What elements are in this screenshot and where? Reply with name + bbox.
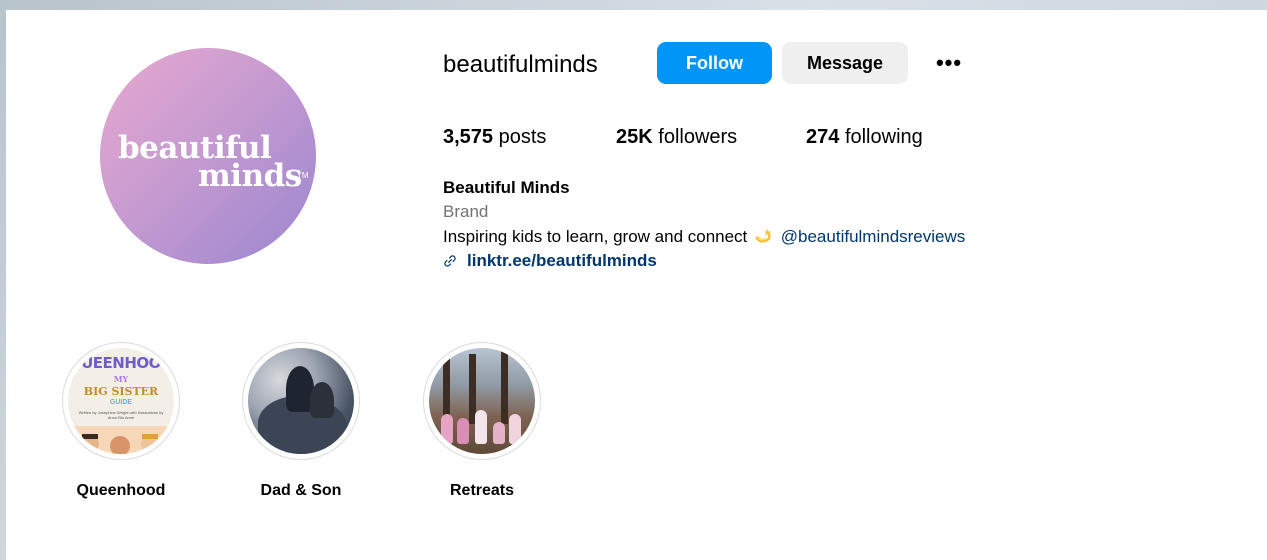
cover-my: MY [113, 374, 129, 384]
posts-label: posts [498, 126, 547, 148]
highlight-retreats[interactable]: Retreats [423, 342, 541, 500]
avatar-trademark: TM [297, 171, 309, 180]
cover-illustration [68, 426, 174, 454]
profile-avatar[interactable]: beautiful minds TM [100, 48, 316, 264]
highlight-label: Retreats [449, 482, 515, 499]
bio-mention-link[interactable]: @beautifulmindsreviews [781, 227, 966, 246]
highlight-cover-queenhood: UEENHOO MY BIG SISTER GUIDE Written by J… [68, 348, 174, 454]
cover-title: UEENHOO [81, 354, 161, 372]
bio-text-content: Inspiring kids to learn, grow and connec… [443, 227, 748, 246]
cover-guide: GUIDE [109, 399, 133, 406]
cover-person-shape [441, 414, 453, 444]
following-count: 274 [806, 126, 840, 148]
following-label: following [844, 126, 923, 148]
bio-link-text: linktr.ee/beautifulminds [467, 251, 657, 270]
profile-panel: beautiful minds TM beautifulminds Follow… [6, 10, 1267, 560]
avatar-logo-line2: minds [198, 158, 302, 194]
link-icon [444, 255, 456, 267]
cover-person-shape [475, 410, 487, 444]
highlight-cover-dad-son [248, 348, 354, 454]
followers-count: 25K [616, 126, 653, 148]
cover-person-shape [493, 422, 505, 444]
bio-category: Brand [443, 202, 489, 221]
highlight-label: Dad & Son [260, 482, 342, 499]
follow-button[interactable]: Follow [657, 42, 772, 84]
highlight-ring: UEENHOO MY BIG SISTER GUIDE Written by J… [62, 342, 180, 460]
followers-stat[interactable]: 25K followers [616, 124, 737, 150]
highlight-label: Queenhood [76, 482, 166, 499]
following-stat[interactable]: 274 following [806, 124, 923, 150]
cover-person-shape [509, 414, 521, 444]
followers-label: followers [658, 126, 738, 148]
bio-text: Inspiring kids to learn, grow and connec… [443, 226, 965, 248]
cover-person-shape [310, 382, 334, 418]
highlight-cover-retreats [429, 348, 535, 454]
highlight-ring [242, 342, 360, 460]
cover-tree-shape [501, 348, 508, 424]
posts-stat: 3,575 posts [443, 124, 546, 150]
dizzy-emoji-icon [755, 228, 772, 243]
cover-person-shape [457, 418, 469, 444]
cover-big-sister: BIG SISTER [83, 385, 159, 398]
bio-external-link[interactable]: linktr.ee/beautifulminds [443, 250, 657, 272]
highlight-ring [423, 342, 541, 460]
more-options-icon[interactable]: ••• [931, 48, 967, 78]
cover-credits: Written by Josephine Wright with Illustr… [78, 410, 164, 420]
posts-count: 3,575 [443, 126, 494, 148]
highlight-queenhood[interactable]: UEENHOO MY BIG SISTER GUIDE Written by J… [62, 342, 180, 500]
profile-username: beautifulminds [443, 51, 598, 78]
bio-name: Beautiful Minds [443, 178, 570, 197]
message-button[interactable]: Message [782, 42, 908, 84]
highlight-dad-son[interactable]: Dad & Son [242, 342, 360, 500]
cover-tree-shape [443, 348, 450, 424]
